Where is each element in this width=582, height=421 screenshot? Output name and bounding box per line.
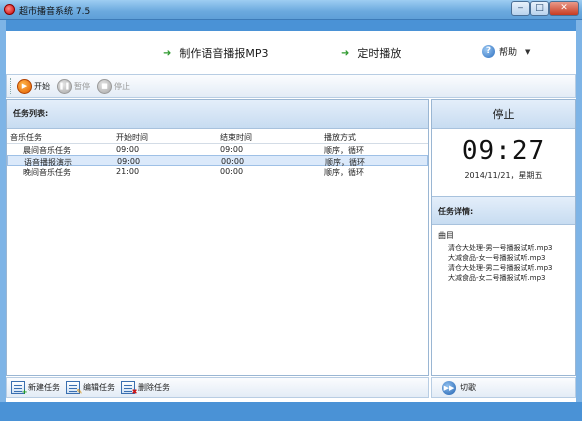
minimize-button[interactable]: ‒: [511, 1, 530, 16]
clock-display: 09:27: [461, 136, 546, 166]
column-header-end-time[interactable]: 结束时间: [220, 132, 252, 143]
pause-icon: ❚❚: [57, 78, 72, 94]
pencil-icon: ✎: [76, 388, 83, 396]
new-task-button[interactable]: + 新建任务: [11, 381, 60, 396]
track-item[interactable]: 大减食品-女一号播报试听.mp3: [448, 253, 552, 263]
switch-song-toolbar: ▶▶ 切歌: [431, 377, 576, 398]
task-list-title: 任务列表:: [7, 100, 428, 129]
column-header-play-mode[interactable]: 播放方式: [324, 132, 356, 143]
track-list: 清仓大处理-男一号播报试听.mp3 大减食品-女一号播报试听.mp3 清仓大处理…: [448, 243, 552, 283]
track-item[interactable]: 清仓大处理-男一号播报试听.mp3: [448, 243, 552, 253]
edit-task-label: 编辑任务: [83, 383, 115, 392]
close-button[interactable]: ✕: [549, 1, 579, 16]
arrow-right-icon: ➜: [341, 47, 350, 59]
column-header-start-time[interactable]: 开始时间: [116, 132, 148, 143]
help-icon: ?: [482, 45, 495, 58]
track-item[interactable]: 大减食品-女二号播报试听.mp3: [448, 273, 552, 283]
make-mp3-link[interactable]: ➜ 制作语音播报MP3: [163, 45, 269, 61]
track-item[interactable]: 清仓大处理-男二号播报试听.mp3: [448, 263, 552, 273]
status-strip: [0, 402, 582, 421]
arrow-right-icon: ➜: [163, 47, 172, 59]
new-task-label: 新建任务: [28, 383, 60, 392]
switch-song-label: 切歌: [460, 383, 476, 392]
next-track-icon: ▶▶: [442, 380, 456, 395]
table-row[interactable]: 晚间音乐任务 21:00 00:00 顺序，循环: [7, 166, 428, 177]
new-document-icon: +: [11, 381, 28, 396]
status-panel: 停止 09:27 2014/11/21，星期五 任务详情: 曲目 清仓大处理-男…: [431, 99, 576, 376]
task-table-header: 音乐任务 开始时间 结束时间 播放方式: [7, 129, 428, 144]
title-bar: 超市播音系统 7.5 ‒ □ ✕: [0, 0, 582, 20]
app-logo-icon: [4, 4, 15, 15]
table-row[interactable]: 晨间音乐任务 09:00 09:00 顺序，循环: [7, 144, 428, 155]
make-mp3-label: 制作语音播报MP3: [179, 47, 269, 60]
start-label: 开始: [34, 81, 50, 91]
timer-play-label: 定时播放: [357, 47, 402, 60]
task-details-title: 任务详情:: [432, 196, 575, 225]
task-name-cell: 晚间音乐任务: [23, 168, 71, 177]
delete-document-icon: ✖: [121, 381, 138, 396]
playback-status: 停止: [432, 100, 575, 129]
maximize-button[interactable]: □: [530, 1, 549, 16]
stop-label: 停止: [114, 81, 130, 91]
table-row-selected[interactable]: 语音播报演示 09:00 00:00 顺序，循环: [7, 155, 428, 167]
pause-button[interactable]: ❚❚ 暂停: [57, 78, 90, 94]
add-icon: +: [21, 388, 28, 396]
help-label: 帮助: [499, 48, 518, 58]
start-time-cell: 09:00: [116, 145, 140, 154]
stop-button[interactable]: ■ 停止: [97, 78, 130, 94]
date-display: 2014/11/21，星期五: [464, 171, 543, 180]
delete-task-label: 删除任务: [138, 383, 170, 392]
window-border-right: [576, 20, 582, 421]
chevron-down-icon: ▼: [525, 47, 531, 56]
tracks-column-header: 曲目: [438, 231, 454, 240]
window-title: 超市播音系统 7.5: [19, 7, 91, 17]
start-time-cell: 09:00: [117, 157, 141, 166]
header-strip: [0, 20, 582, 31]
stop-icon: ■: [97, 78, 112, 94]
start-time-cell: 21:00: [116, 167, 140, 176]
delete-task-button[interactable]: ✖ 删除任务: [121, 381, 170, 396]
playback-toolbar: ▶ 开始 ❚❚ 暂停 ■ 停止: [6, 74, 576, 98]
timer-play-link[interactable]: ➜ 定时播放: [341, 45, 401, 61]
pause-label: 暂停: [74, 81, 90, 91]
task-toolbar: + 新建任务 ✎ 编辑任务 ✖ 删除任务: [6, 377, 429, 398]
delete-x-icon: ✖: [131, 388, 138, 396]
switch-song-button[interactable]: ▶▶ 切歌: [442, 380, 476, 395]
play-mode-cell: 顺序，循环: [324, 168, 364, 177]
start-button[interactable]: ▶ 开始: [17, 78, 50, 94]
top-nav: ➜ 制作语音播报MP3 ➜ 定时播放 ? 帮助 ▼: [6, 31, 576, 71]
play-icon: ▶: [17, 78, 32, 94]
edit-document-icon: ✎: [66, 381, 83, 396]
end-time-cell: 09:00: [220, 145, 244, 154]
task-list-panel: 任务列表: 音乐任务 开始时间 结束时间 播放方式 晨间音乐任务 09:00 0…: [6, 99, 429, 376]
column-header-task[interactable]: 音乐任务: [10, 132, 42, 143]
help-menu[interactable]: ? 帮助 ▼: [482, 45, 530, 58]
end-time-cell: 00:00: [220, 167, 244, 176]
edit-task-button[interactable]: ✎ 编辑任务: [66, 381, 115, 396]
end-time-cell: 00:00: [221, 157, 245, 166]
toolbar-grip[interactable]: [10, 78, 13, 94]
